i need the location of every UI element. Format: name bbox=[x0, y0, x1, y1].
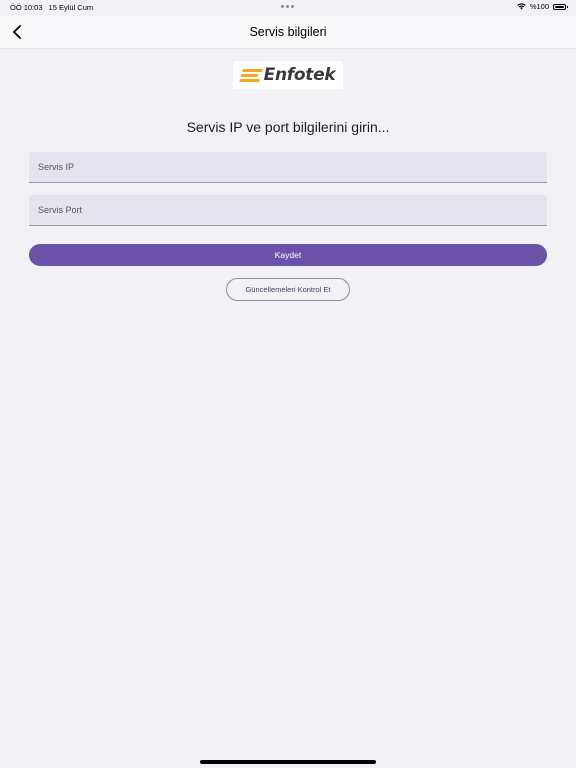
battery-percentage: %100 bbox=[529, 2, 549, 11]
page-title: Servis bilgileri bbox=[249, 25, 327, 39]
navigation-bar: Servis bilgileri bbox=[0, 16, 576, 49]
logo-bars-icon bbox=[238, 68, 263, 82]
check-updates-button[interactable]: Güncellemeleri Kontrol Et bbox=[226, 278, 350, 301]
service-port-input[interactable] bbox=[29, 195, 547, 225]
wifi-icon bbox=[517, 3, 526, 10]
logo-text: Enfotek bbox=[263, 65, 336, 85]
save-button[interactable]: Kaydet bbox=[29, 244, 547, 266]
service-ip-field[interactable] bbox=[29, 152, 547, 183]
service-ip-input[interactable] bbox=[29, 152, 547, 182]
multitasking-dots-icon[interactable] bbox=[281, 5, 294, 8]
form-headline: Servis IP ve port bilgilerini girin... bbox=[186, 119, 390, 135]
status-date: 15 Eylül Cum bbox=[48, 3, 94, 12]
status-right: %100 bbox=[517, 2, 568, 11]
status-time: ÖÖ 10:03 bbox=[10, 3, 43, 12]
status-bar: ÖÖ 10:03 15 Eylül Cum %100 bbox=[0, 0, 576, 16]
home-indicator[interactable] bbox=[200, 760, 376, 764]
status-left: ÖÖ 10:03 15 Eylül Cum bbox=[10, 3, 93, 12]
enfotek-logo: Enfotek bbox=[233, 61, 343, 89]
service-port-field[interactable] bbox=[29, 195, 547, 226]
battery-icon bbox=[553, 3, 568, 10]
